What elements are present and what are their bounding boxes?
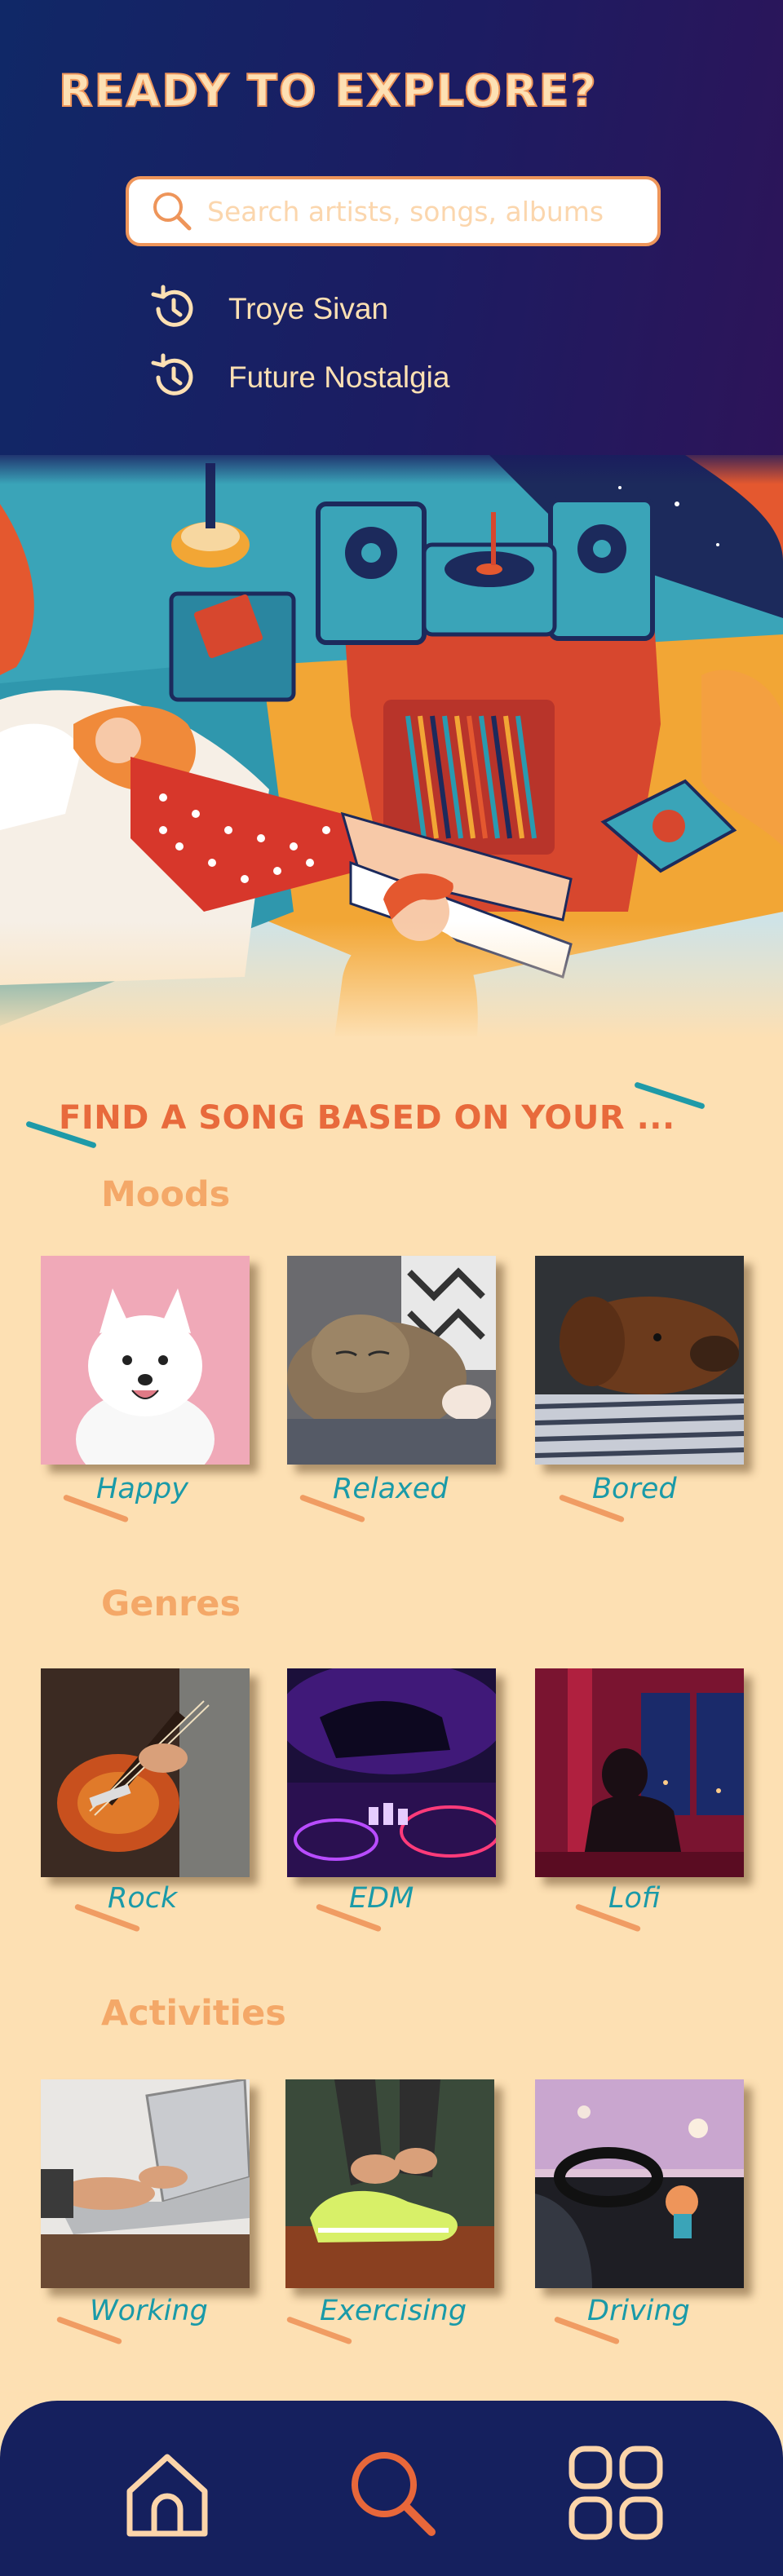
activity-label: Driving: [587, 2295, 690, 2327]
recent-search-item[interactable]: Troye Sivan: [147, 282, 489, 336]
activity-label: Exercising: [320, 2295, 467, 2327]
section-heading: FIND A SONG BASED ON YOUR ...: [59, 1099, 675, 1137]
nav-categories-button[interactable]: [563, 2440, 669, 2546]
header: READY TO EXPLORE? Troye Sivan Future Nos…: [0, 0, 783, 455]
grid-icon: [568, 2446, 663, 2540]
resting-dog-image: [535, 1256, 744, 1465]
search-input[interactable]: [207, 195, 657, 228]
mood-label: Relaxed: [333, 1473, 449, 1505]
car-interior-image: [535, 2079, 744, 2288]
genre-label: Lofi: [608, 1882, 661, 1915]
mood-caption: Happy: [62, 1473, 308, 1523]
activity-card-driving[interactable]: [535, 2079, 744, 2288]
history-icon: [151, 285, 193, 327]
dj-deck-image: [287, 1668, 496, 1877]
history-icon: [151, 353, 193, 395]
recent-search-label: Troye Sivan: [228, 292, 389, 325]
genres-heading: Genres: [101, 1584, 241, 1624]
activity-caption: Exercising: [285, 2295, 532, 2345]
mood-caption: Bored: [558, 1473, 783, 1523]
moods-heading: Moods: [101, 1174, 231, 1215]
page-title: READY TO EXPLORE?: [58, 64, 598, 117]
search-icon: [352, 2452, 436, 2536]
activities-heading: Activities: [101, 1993, 286, 2034]
hero-illustration: [0, 455, 783, 1038]
bottom-navigation: [0, 2401, 783, 2576]
genre-card-lofi[interactable]: [535, 1668, 744, 1877]
search-bar[interactable]: [126, 176, 661, 246]
running-shoes-image: [285, 2079, 494, 2288]
genre-caption: Lofi: [574, 1882, 783, 1933]
activity-label: Working: [90, 2295, 208, 2327]
nav-home-button[interactable]: [114, 2440, 220, 2546]
genre-caption: EDM: [315, 1882, 561, 1933]
activity-caption: Driving: [553, 2295, 783, 2345]
laptop-typing-image: [41, 2079, 250, 2288]
mood-caption: Relaxed: [299, 1473, 545, 1523]
genre-card-rock[interactable]: [41, 1668, 250, 1877]
genre-label: EDM: [349, 1882, 414, 1915]
activity-caption: Working: [55, 2295, 302, 2345]
mood-card-bored[interactable]: [535, 1256, 744, 1465]
mood-card-relaxed[interactable]: [287, 1256, 496, 1465]
recent-search-label: Future Nostalgia: [228, 360, 450, 394]
nav-search-button[interactable]: [339, 2440, 445, 2546]
recent-search-item[interactable]: Future Nostalgia: [147, 351, 489, 404]
activity-card-exercising[interactable]: [285, 2079, 494, 2288]
home-icon: [126, 2454, 208, 2537]
genre-label: Rock: [108, 1882, 178, 1915]
samoyed-dog-image: [41, 1256, 250, 1465]
genre-caption: Rock: [73, 1882, 320, 1933]
electric-guitar-image: [41, 1668, 250, 1877]
mood-card-happy[interactable]: [41, 1256, 250, 1465]
mood-label: Bored: [592, 1473, 677, 1505]
search-icon: [153, 192, 192, 231]
sleeping-cat-image: [287, 1256, 496, 1465]
window-sitting-image: [535, 1668, 744, 1877]
genre-card-edm[interactable]: [287, 1668, 496, 1877]
mood-label: Happy: [96, 1473, 188, 1505]
activity-card-working[interactable]: [41, 2079, 250, 2288]
